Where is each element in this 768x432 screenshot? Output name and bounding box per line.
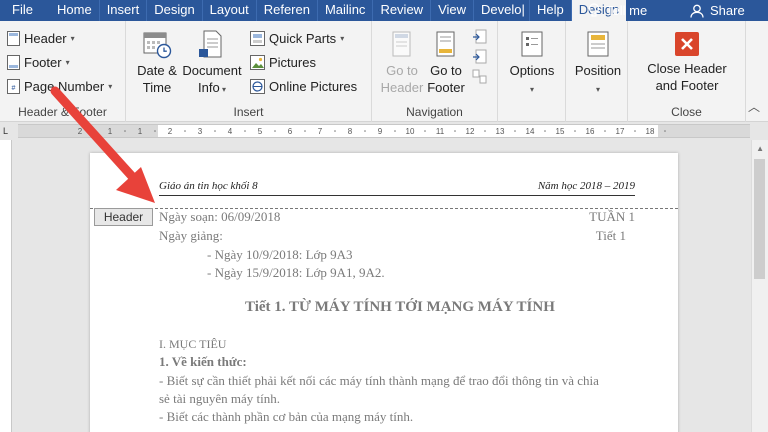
red-annotation-arrow [50, 86, 155, 203]
arrow-head [116, 167, 155, 203]
arrow-shaft [50, 86, 143, 188]
word-window: File Home Insert Design Layout Referen M… [0, 0, 768, 432]
